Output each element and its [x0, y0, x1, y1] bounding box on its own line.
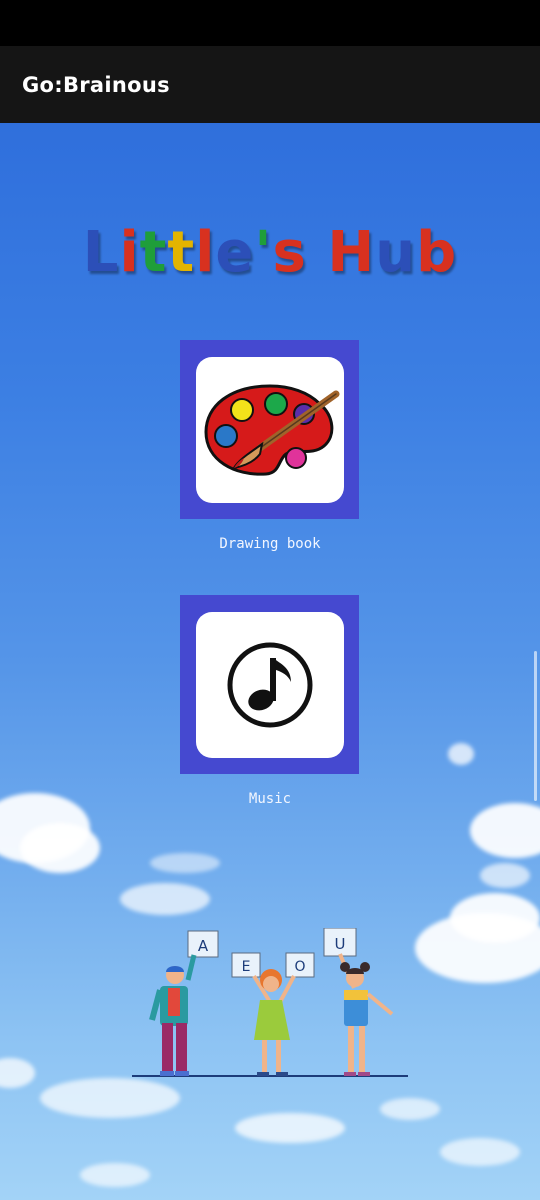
- cloud: [235, 1113, 345, 1143]
- cloud: [20, 823, 100, 873]
- cloud: [480, 863, 530, 888]
- hub-title-letter: b: [416, 220, 458, 285]
- hub-title-letter: l: [195, 220, 216, 285]
- music-icon-card: [195, 611, 344, 758]
- hub-title-letter: H: [327, 220, 376, 285]
- cloud: [440, 1138, 520, 1166]
- letter-card-e: E: [242, 959, 251, 975]
- hub-title-letter: e: [215, 220, 255, 285]
- paint-palette-icon: [203, 383, 339, 476]
- cloud: [150, 853, 220, 873]
- cloud: [80, 1163, 150, 1187]
- hub-title-letter: i: [119, 220, 140, 285]
- letter-card-a: A: [198, 937, 209, 955]
- cloud: [450, 893, 540, 943]
- app-title: Go:Brainous: [22, 72, 170, 97]
- kids-holding-letters-icon: A E O U: [132, 928, 408, 1077]
- hub-title-letter: t: [139, 220, 168, 285]
- cloud: [120, 883, 210, 915]
- hub-title-letter: s: [272, 220, 307, 285]
- hub-title-letter: L: [82, 220, 120, 285]
- cloud: [448, 743, 474, 765]
- cloud: [380, 1098, 440, 1120]
- sky-background: Little's Hub Drawing book Music A E O U: [0, 123, 540, 1200]
- music-button[interactable]: [180, 595, 359, 774]
- hub-title-letter: t: [167, 220, 196, 285]
- hub-title-letter: ': [254, 220, 273, 285]
- status-bar: [0, 0, 540, 46]
- hub-title-letter: u: [375, 220, 417, 285]
- drawing-book-label: Drawing book: [219, 536, 321, 552]
- hub-title-letter: [307, 220, 328, 285]
- cloud: [0, 1058, 35, 1088]
- scrollbar-thumb[interactable]: [534, 651, 537, 801]
- app-bar: Go:Brainous: [0, 46, 540, 123]
- letter-card-o: O: [294, 959, 305, 975]
- cloud: [470, 803, 540, 858]
- hub-title: Little's Hub: [0, 220, 540, 285]
- drawing-book-button[interactable]: [180, 340, 359, 519]
- music-label: Music: [248, 791, 292, 807]
- letter-card-u: U: [335, 935, 346, 953]
- drawing-book-icon-card: [195, 356, 344, 503]
- music-note-icon: [227, 642, 312, 727]
